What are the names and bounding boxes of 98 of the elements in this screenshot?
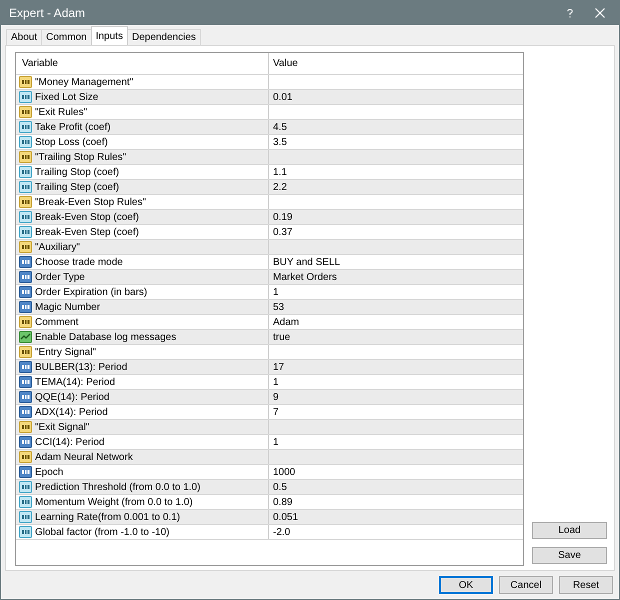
variable-name: Global factor (from -1.0 to -10) bbox=[35, 526, 170, 538]
column-header[interactable]: Value bbox=[273, 58, 298, 69]
text-type-icon bbox=[19, 241, 32, 253]
dialog-button[interactable]: Reset bbox=[559, 576, 613, 594]
value-cell[interactable]: 9 bbox=[273, 392, 279, 402]
value-cell[interactable]: -2.0 bbox=[273, 526, 290, 538]
value-cell[interactable]: 0.5 bbox=[273, 482, 287, 492]
value-cell[interactable]: 0.89 bbox=[273, 496, 292, 508]
checkmark-type-icon bbox=[19, 331, 32, 343]
side-button[interactable]: Load bbox=[532, 522, 607, 539]
text-type-icon bbox=[19, 421, 32, 433]
value-cell[interactable]: 0.051 bbox=[273, 512, 298, 522]
variable-name: Choose trade mode bbox=[35, 256, 123, 268]
number-type-icon bbox=[19, 301, 32, 313]
variable-name: ADX(14): Period bbox=[35, 406, 108, 418]
variable-name: Trailing Stop (coef) bbox=[35, 166, 120, 178]
text-type-icon bbox=[19, 451, 32, 463]
decimal-type-icon bbox=[19, 481, 32, 493]
value-cell[interactable]: Market Orders bbox=[273, 272, 337, 282]
variable-name: Comment bbox=[35, 316, 78, 328]
variable-name: "Auxiliary" bbox=[35, 242, 80, 252]
variable-name: Trailing Step (coef) bbox=[35, 182, 120, 192]
variable-name: Order Type bbox=[35, 272, 85, 282]
text-type-icon bbox=[19, 346, 32, 358]
number-type-icon bbox=[19, 436, 32, 448]
variable-name: Order Expiration (in bars) bbox=[35, 286, 148, 298]
number-type-icon bbox=[19, 286, 32, 298]
text-type-icon bbox=[19, 106, 32, 118]
decimal-type-icon bbox=[19, 91, 32, 103]
decimal-type-icon bbox=[19, 526, 32, 538]
column-header[interactable]: Variable bbox=[22, 58, 58, 69]
decimal-type-icon bbox=[19, 496, 32, 508]
text-type-icon bbox=[19, 151, 32, 163]
value-cell[interactable]: BUY and SELL bbox=[273, 256, 340, 268]
variable-name: Fixed Lot Size bbox=[35, 92, 98, 102]
value-cell[interactable]: 1 bbox=[273, 436, 279, 448]
decimal-type-icon bbox=[19, 511, 32, 523]
value-cell[interactable]: 1 bbox=[273, 286, 279, 298]
number-type-icon bbox=[19, 361, 32, 373]
text-type-icon bbox=[19, 76, 32, 88]
variable-name: Prediction Threshold (from 0.0 to 1.0) bbox=[35, 482, 200, 492]
decimal-type-icon bbox=[19, 121, 32, 133]
value-cell[interactable]: true bbox=[273, 332, 290, 342]
value-cell[interactable]: 17 bbox=[273, 362, 284, 372]
number-type-icon bbox=[19, 406, 32, 418]
close-icon[interactable] bbox=[595, 8, 605, 18]
text-type-icon bbox=[19, 196, 32, 208]
dialog-button[interactable]: Cancel bbox=[499, 576, 553, 594]
variable-name: Momentum Weight (from 0.0 to 1.0) bbox=[35, 496, 193, 508]
variable-name: "Entry Signal" bbox=[35, 346, 96, 358]
number-type-icon bbox=[19, 256, 32, 268]
variable-name: "Break-Even Stop Rules" bbox=[35, 196, 146, 208]
decimal-type-icon bbox=[19, 211, 32, 223]
variable-name: BULBER(13): Period bbox=[35, 362, 128, 372]
value-cell[interactable]: 1000 bbox=[273, 466, 296, 478]
variable-name: Break-Even Stop (coef) bbox=[35, 212, 139, 222]
value-cell[interactable]: 1.1 bbox=[273, 166, 287, 178]
variable-name: Enable Database log messages bbox=[35, 332, 176, 342]
variable-name: QQE(14): Period bbox=[35, 392, 110, 402]
value-cell[interactable]: 53 bbox=[273, 302, 284, 312]
value-cell[interactable]: 3.5 bbox=[273, 136, 287, 148]
value-cell[interactable]: 2.2 bbox=[273, 182, 287, 192]
tab[interactable]: Inputs bbox=[90, 26, 128, 45]
value-cell[interactable]: 0.19 bbox=[273, 212, 292, 222]
variable-name: "Exit Signal" bbox=[35, 422, 90, 432]
side-button[interactable]: Save bbox=[532, 547, 607, 564]
value-cell[interactable]: Adam bbox=[273, 316, 300, 328]
number-type-icon bbox=[19, 376, 32, 388]
variable-name: "Exit Rules" bbox=[35, 106, 88, 118]
variable-name: Stop Loss (coef) bbox=[35, 136, 108, 148]
value-cell[interactable]: 7 bbox=[273, 406, 279, 418]
tab[interactable]: Dependencies bbox=[126, 29, 201, 45]
variable-name: "Trailing Stop Rules" bbox=[35, 152, 126, 162]
variable-name: Adam Neural Network bbox=[35, 452, 133, 462]
variable-name: Magic Number bbox=[35, 302, 100, 312]
dialog-button[interactable]: OK bbox=[439, 576, 493, 594]
decimal-type-icon bbox=[19, 181, 32, 193]
decimal-type-icon bbox=[19, 136, 32, 148]
text-type-icon bbox=[19, 316, 32, 328]
variable-name: Epoch bbox=[35, 466, 64, 478]
value-cell[interactable]: 0.01 bbox=[273, 92, 292, 102]
decimal-type-icon bbox=[19, 166, 32, 178]
variable-name: Learning Rate(from 0.001 to 0.1) bbox=[35, 512, 180, 522]
value-cell[interactable]: 1 bbox=[273, 376, 279, 388]
value-cell[interactable]: 4.5 bbox=[273, 122, 287, 132]
window-title: Expert - Adam bbox=[9, 6, 86, 20]
number-type-icon bbox=[19, 391, 32, 403]
variable-name: "Money Management" bbox=[35, 76, 134, 88]
variable-name: Take Profit (coef) bbox=[35, 122, 111, 132]
value-cell[interactable]: 0.37 bbox=[273, 226, 292, 238]
number-type-icon bbox=[19, 271, 32, 283]
decimal-type-icon bbox=[19, 226, 32, 238]
tab[interactable]: About bbox=[6, 29, 42, 45]
variable-name: Break-Even Step (coef) bbox=[35, 226, 139, 238]
help-icon[interactable] bbox=[567, 8, 573, 18]
variable-name: TEMA(14): Period bbox=[35, 376, 116, 388]
variable-name: CCI(14): Period bbox=[35, 436, 104, 448]
number-type-icon bbox=[19, 466, 32, 478]
